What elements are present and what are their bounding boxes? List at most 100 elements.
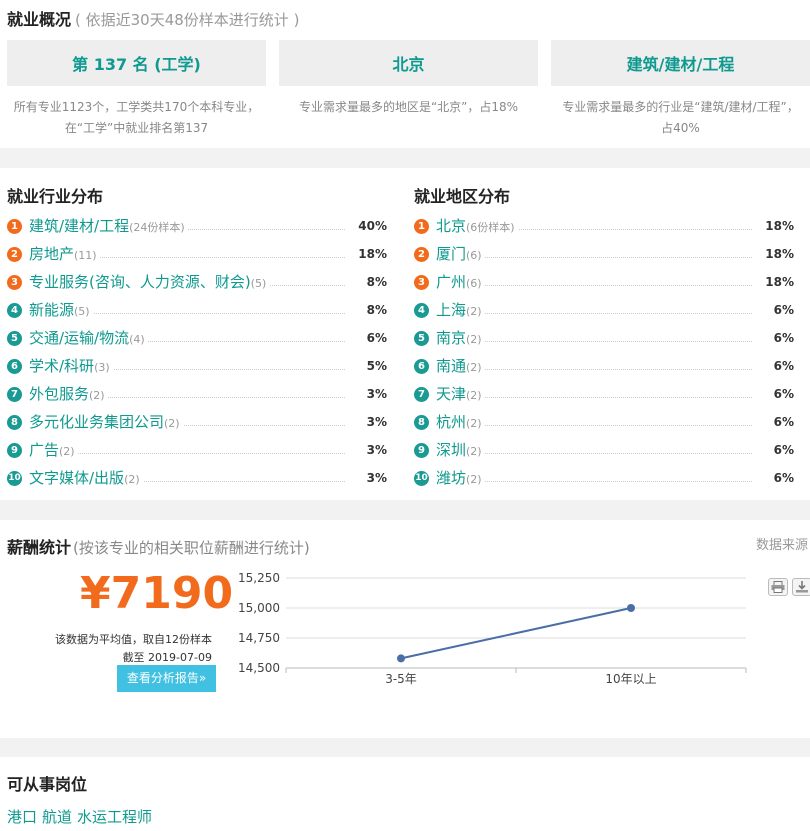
- region-item-percent: 6%: [773, 443, 794, 457]
- industry-item[interactable]: 1 建筑/建材/工程(24份样本) 40%: [7, 214, 387, 242]
- industry-item[interactable]: 6 学术/科研(3) 5%: [7, 354, 387, 382]
- region-item-name[interactable]: 杭州: [436, 413, 466, 431]
- region-title: 就业地区分布: [414, 187, 511, 206]
- view-report-button[interactable]: 查看分析报告»: [117, 665, 216, 692]
- region-item[interactable]: 8 杭州(2) 6%: [414, 410, 794, 438]
- industry-item-label[interactable]: 学术/科研(3): [29, 354, 113, 380]
- region-item[interactable]: 5 南京(2) 6%: [414, 326, 794, 354]
- region-item[interactable]: 3 广州(6) 18%: [414, 270, 794, 298]
- region-item[interactable]: 4 上海(2) 6%: [414, 298, 794, 326]
- region-item-percent: 6%: [773, 331, 794, 345]
- region-item-label[interactable]: 广州(6): [436, 270, 485, 296]
- industry-item-label[interactable]: 外包服务(2): [29, 382, 108, 408]
- industry-item-label[interactable]: 文字媒体/出版(2): [29, 466, 143, 492]
- region-item-name[interactable]: 北京: [436, 217, 466, 235]
- series-line: [400, 607, 632, 660]
- region-item-name[interactable]: 广州: [436, 273, 466, 291]
- industry-item-count: (24份样本): [129, 221, 185, 234]
- region-item-percent: 6%: [773, 387, 794, 401]
- job-link[interactable]: 水运工程师: [77, 808, 152, 826]
- industry-item-label[interactable]: 新能源(5): [29, 298, 93, 324]
- industry-item-percent: 5%: [366, 359, 387, 373]
- job-link[interactable]: 港口: [7, 808, 37, 826]
- distribution-section: 就业行业分布 就业地区分布 1 建筑/建材/工程(24份样本) 40% 2 房地产(11…: [0, 168, 810, 500]
- industry-item[interactable]: 10 文字媒体/出版(2) 3%: [7, 466, 387, 494]
- region-item-label[interactable]: 天津(2): [436, 382, 485, 408]
- industry-item[interactable]: 5 交通/运输/物流(4) 6%: [7, 326, 387, 354]
- industry-item-name[interactable]: 学术/科研: [29, 357, 94, 375]
- industry-item-label[interactable]: 房地产(11): [29, 242, 100, 268]
- industry-item-count: (11): [74, 249, 97, 262]
- industry-item-count: (2): [124, 473, 140, 486]
- industry-item-name[interactable]: 文字媒体/出版: [29, 469, 124, 487]
- industry-item[interactable]: 2 房地产(11) 18%: [7, 242, 387, 270]
- region-item[interactable]: 1 北京(6份样本) 18%: [414, 214, 794, 242]
- industry-item-count: (2): [89, 389, 105, 402]
- jobs-title: 可从事岗位: [7, 775, 88, 794]
- region-item-name[interactable]: 上海: [436, 301, 466, 319]
- x-tick-label: 3-5年: [385, 672, 417, 686]
- industry-item-count: (4): [129, 333, 145, 346]
- industry-item-label[interactable]: 交通/运输/物流(4): [29, 326, 148, 352]
- download-icon[interactable]: [792, 578, 810, 596]
- region-item-label[interactable]: 杭州(2): [436, 410, 485, 436]
- region-item[interactable]: 6 南通(2) 6%: [414, 354, 794, 382]
- region-item-label[interactable]: 潍坊(2): [436, 466, 485, 492]
- region-item-count: (6份样本): [466, 221, 515, 234]
- industry-item[interactable]: 3 专业服务(咨询、人力资源、财会)(5) 8%: [7, 270, 387, 298]
- region-item-label[interactable]: 南京(2): [436, 326, 485, 352]
- industry-item-name[interactable]: 新能源: [29, 301, 74, 319]
- region-item-label[interactable]: 北京(6份样本): [436, 214, 518, 240]
- rank-badge: 10: [414, 471, 429, 486]
- overview-card-industry: 建筑/建材/工程: [551, 40, 810, 86]
- region-item-label[interactable]: 深圳(2): [436, 438, 485, 464]
- region-item-label[interactable]: 南通(2): [436, 354, 485, 380]
- region-item[interactable]: 10 潍坊(2) 6%: [414, 466, 794, 494]
- y-tick-label: 15,000: [238, 601, 280, 615]
- printer-icon[interactable]: [768, 578, 788, 596]
- rank-badge: 7: [414, 387, 429, 402]
- industry-item[interactable]: 8 多元化业务集团公司(2) 3%: [7, 410, 387, 438]
- region-item-name[interactable]: 潍坊: [436, 469, 466, 487]
- industry-item-label[interactable]: 专业服务(咨询、人力资源、财会)(5): [29, 270, 270, 296]
- industry-item-name[interactable]: 建筑/建材/工程: [29, 217, 129, 235]
- job-link[interactable]: 航道: [42, 808, 72, 826]
- industry-item-label[interactable]: 广告(2): [29, 438, 78, 464]
- industry-item[interactable]: 4 新能源(5) 8%: [7, 298, 387, 326]
- region-item-name[interactable]: 南京: [436, 329, 466, 347]
- region-item-label[interactable]: 厦门(6): [436, 242, 485, 268]
- region-item-name[interactable]: 深圳: [436, 441, 466, 459]
- region-item-percent: 18%: [765, 219, 794, 233]
- rank-badge: 2: [7, 247, 22, 262]
- data-source-link[interactable]: 数据来源: [756, 534, 808, 553]
- rank-badge: 4: [414, 303, 429, 318]
- industry-item[interactable]: 9 广告(2) 3%: [7, 438, 387, 466]
- industry-item-name[interactable]: 广告: [29, 441, 59, 459]
- salary-line-chart: 15,250 15,000 14,750 14,500 3-5年 10年以上: [238, 571, 747, 686]
- industry-item-count: (2): [164, 417, 180, 430]
- industry-item-percent: 3%: [366, 415, 387, 429]
- rank-badge: 9: [414, 443, 429, 458]
- region-item-label[interactable]: 上海(2): [436, 298, 485, 324]
- industry-item-name[interactable]: 专业服务(咨询、人力资源、财会): [29, 273, 251, 291]
- overview-desc-region: 专业需求量最多的地区是“北京”，占18%: [298, 100, 519, 114]
- region-item-name[interactable]: 天津: [436, 385, 466, 403]
- industry-item-percent: 8%: [366, 275, 387, 289]
- overview-desc-rank: 所有专业1123个，工学类共170个本科专业，在“工学”中就业排名第137: [13, 100, 260, 135]
- region-item[interactable]: 7 天津(2) 6%: [414, 382, 794, 410]
- region-item-name[interactable]: 南通: [436, 357, 466, 375]
- industry-item-name[interactable]: 多元化业务集团公司: [29, 413, 164, 431]
- industry-item-name[interactable]: 交通/运输/物流: [29, 329, 129, 347]
- region-item-count: (2): [466, 445, 482, 458]
- region-item[interactable]: 2 厦门(6) 18%: [414, 242, 794, 270]
- industry-item-name[interactable]: 外包服务: [29, 385, 89, 403]
- salary-subtitle: (按该专业的相关职位薪酬进行统计): [73, 539, 310, 557]
- overview-card-region: 北京: [279, 40, 538, 86]
- industry-item-name[interactable]: 房地产: [29, 245, 74, 263]
- region-item[interactable]: 9 深圳(2) 6%: [414, 438, 794, 466]
- region-item-count: (6): [466, 277, 482, 290]
- region-item-name[interactable]: 厦门: [436, 245, 466, 263]
- industry-item[interactable]: 7 外包服务(2) 3%: [7, 382, 387, 410]
- industry-item-label[interactable]: 建筑/建材/工程(24份样本): [29, 214, 188, 240]
- industry-item-label[interactable]: 多元化业务集团公司(2): [29, 410, 183, 436]
